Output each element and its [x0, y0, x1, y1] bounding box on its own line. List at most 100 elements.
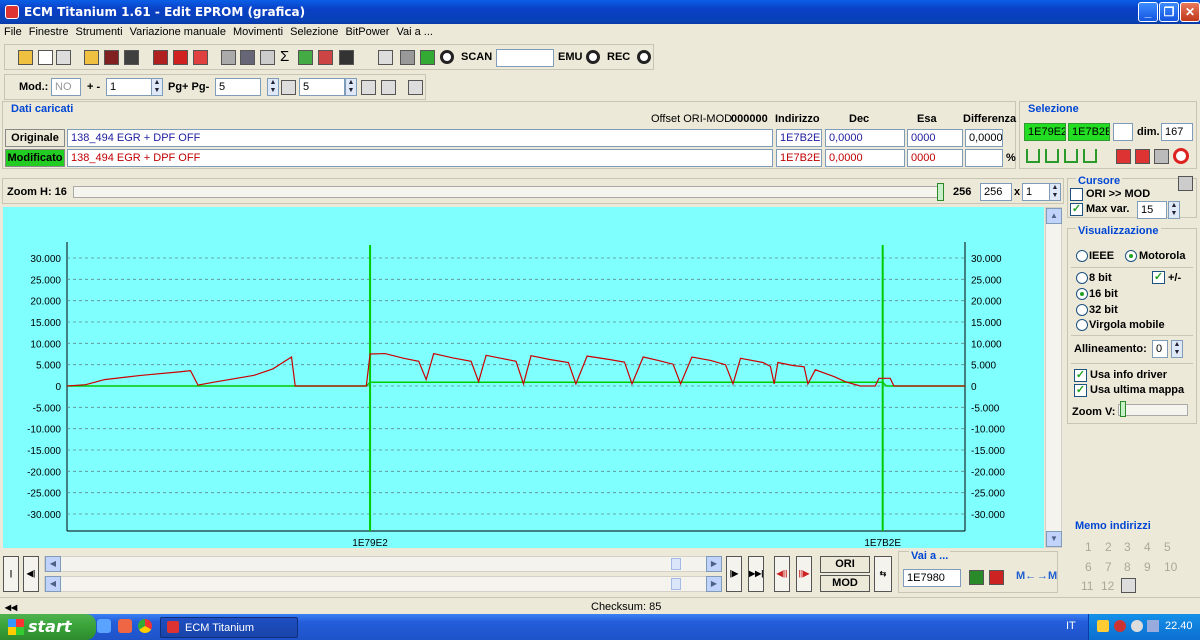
graph-icon[interactable] — [318, 50, 333, 65]
allineamento-spinner[interactable]: ▲ ▼ — [1171, 340, 1183, 358]
ultima-mappa-checkbox[interactable]: ✓ — [1074, 384, 1087, 397]
allineamento-field[interactable]: 0 — [1152, 340, 1168, 358]
goto-mod-icon[interactable] — [989, 570, 1004, 585]
sel-paste-icon[interactable] — [1135, 149, 1150, 164]
ori-hscroll[interactable]: ◀ ▶ — [44, 556, 722, 572]
ori-hscroll-right[interactable]: ▶ — [706, 556, 722, 572]
scan-record-icon[interactable] — [440, 50, 454, 64]
vscroll-up-arrow[interactable]: ▲ — [1046, 208, 1062, 224]
virgola-radio[interactable] — [1076, 319, 1088, 331]
page-icon[interactable] — [56, 50, 71, 65]
open-folder-icon[interactable] — [84, 50, 99, 65]
close-button[interactable]: ✕ — [1180, 2, 1200, 22]
menu-file[interactable]: File — [0, 24, 25, 38]
pg-spinner[interactable]: ▲ ▼ — [267, 78, 279, 96]
plusminus-spinner[interactable]: ▲ ▼ — [151, 78, 163, 96]
pg-field[interactable]: 5 — [215, 78, 261, 96]
menu-movimenti[interactable]: Movimenti — [229, 24, 286, 38]
binoculars-icon[interactable] — [339, 50, 354, 65]
mod-button[interactable]: MOD — [820, 575, 870, 592]
home-icon[interactable] — [18, 50, 33, 65]
menu-selezione[interactable]: Selezione — [286, 24, 341, 38]
32bit-radio[interactable] — [1076, 304, 1088, 316]
sel-start-icon[interactable] — [1026, 149, 1040, 163]
memo-3[interactable]: 3 — [1124, 540, 1131, 554]
trash-icon[interactable] — [240, 50, 255, 65]
max-var-checkbox[interactable]: ✓ — [1070, 203, 1083, 216]
mod-hscroll[interactable]: ◀ ▶ — [44, 576, 722, 592]
copy-icon[interactable] — [221, 50, 236, 65]
memo-next-icon[interactable]: →M — [1037, 570, 1057, 582]
ori-hscroll-thumb[interactable] — [671, 558, 681, 570]
language-indicator[interactable]: IT — [1066, 620, 1076, 632]
run-icon[interactable] — [420, 50, 435, 65]
motorola-radio[interactable] — [1125, 250, 1137, 262]
text-icon[interactable] — [378, 50, 393, 65]
sel-disabled-icon[interactable] — [1154, 149, 1169, 164]
tray-network-icon[interactable] — [1131, 620, 1143, 632]
menu-variazione-manuale[interactable]: Variazione manuale — [126, 24, 229, 38]
checksum-icon[interactable] — [173, 50, 188, 65]
ieee-radio[interactable] — [1076, 250, 1088, 262]
memo-9[interactable]: 9 — [1144, 560, 1151, 574]
memo-12[interactable]: 12 — [1101, 579, 1114, 593]
p-icon[interactable] — [281, 80, 296, 95]
menu-bitpower[interactable]: BitPower — [341, 24, 392, 38]
taskbar-app-button[interactable]: ECM Titanium — [160, 617, 298, 638]
h-icon[interactable] — [381, 80, 396, 95]
edit-icon[interactable] — [260, 50, 275, 65]
mod-field[interactable]: NO — [51, 78, 81, 96]
sync-scroll-button[interactable]: ⇆ — [874, 556, 892, 592]
vscroll-down-arrow[interactable]: ▼ — [1046, 531, 1062, 547]
8bit-radio[interactable] — [1076, 272, 1088, 284]
memo-prev-icon[interactable]: M← — [1016, 570, 1036, 582]
mod-hscroll-right[interactable]: ▶ — [706, 576, 722, 592]
memo-1[interactable]: 1 — [1085, 540, 1092, 554]
sel-all-icon[interactable] — [1083, 149, 1097, 163]
ori-hscroll-left[interactable]: ◀ — [45, 556, 61, 572]
m-icon[interactable] — [361, 80, 376, 95]
memo-5[interactable]: 5 — [1164, 540, 1171, 554]
menu-strumenti[interactable]: Strumenti — [71, 24, 125, 38]
tray-volume-icon[interactable] — [1147, 620, 1159, 632]
minimize-button[interactable]: _ — [1138, 2, 1158, 22]
vai-a-field[interactable]: 1E7980 — [903, 569, 961, 587]
sel-end-icon[interactable] — [1064, 149, 1078, 163]
maximize-button[interactable]: ❐ — [1159, 2, 1179, 22]
goto-ori-icon[interactable] — [969, 570, 984, 585]
zoom-v-thumb[interactable] — [1120, 401, 1126, 417]
menu-vai-a[interactable]: Vai a ... — [392, 24, 435, 38]
nav-prev-button[interactable]: ◀| — [23, 556, 39, 592]
ecm-quicklaunch-icon[interactable] — [118, 619, 132, 633]
memo-7[interactable]: 7 — [1105, 560, 1112, 574]
start-button[interactable]: start — [0, 614, 96, 640]
memo-10[interactable]: 10 — [1164, 560, 1177, 574]
zoom-mult[interactable]: 1 — [1022, 183, 1050, 201]
memo-8[interactable]: 8 — [1124, 560, 1131, 574]
plusminus-field[interactable]: 1 — [106, 78, 152, 96]
menu-finestre[interactable]: Finestre — [25, 24, 72, 38]
nav-next-button[interactable]: |▶ — [726, 556, 742, 592]
check-icon[interactable] — [153, 50, 168, 65]
p-field[interactable]: 5 — [299, 78, 345, 96]
emu-icon[interactable] — [586, 50, 600, 64]
chart-vscroll[interactable]: ▲ ▼ — [1045, 207, 1062, 548]
save-icon[interactable] — [104, 50, 119, 65]
info-driver-checkbox[interactable]: ✓ — [1074, 369, 1087, 382]
p-spinner[interactable]: ▲ ▼ — [345, 78, 357, 96]
sel-mid-icon[interactable] — [1045, 149, 1059, 163]
flag-icon[interactable] — [298, 50, 313, 65]
zoom-slider[interactable] — [73, 186, 941, 198]
sel-copy-icon[interactable] — [1116, 149, 1131, 164]
memo-save-icon[interactable] — [1121, 578, 1136, 593]
memo-4[interactable]: 4 — [1144, 540, 1151, 554]
zoom-slider-thumb[interactable] — [937, 183, 944, 201]
max-var-spinner[interactable]: ▲ ▼ — [1168, 201, 1180, 219]
memo-2[interactable]: 2 — [1105, 540, 1112, 554]
ori-mod-checkbox[interactable] — [1070, 188, 1083, 201]
mod-hscroll-thumb[interactable] — [671, 578, 681, 590]
mod-hscroll-left[interactable]: ◀ — [45, 576, 61, 592]
rec-icon[interactable] — [637, 50, 651, 64]
lock-icon[interactable] — [400, 50, 415, 65]
max-var-field[interactable]: 15 — [1137, 201, 1167, 219]
